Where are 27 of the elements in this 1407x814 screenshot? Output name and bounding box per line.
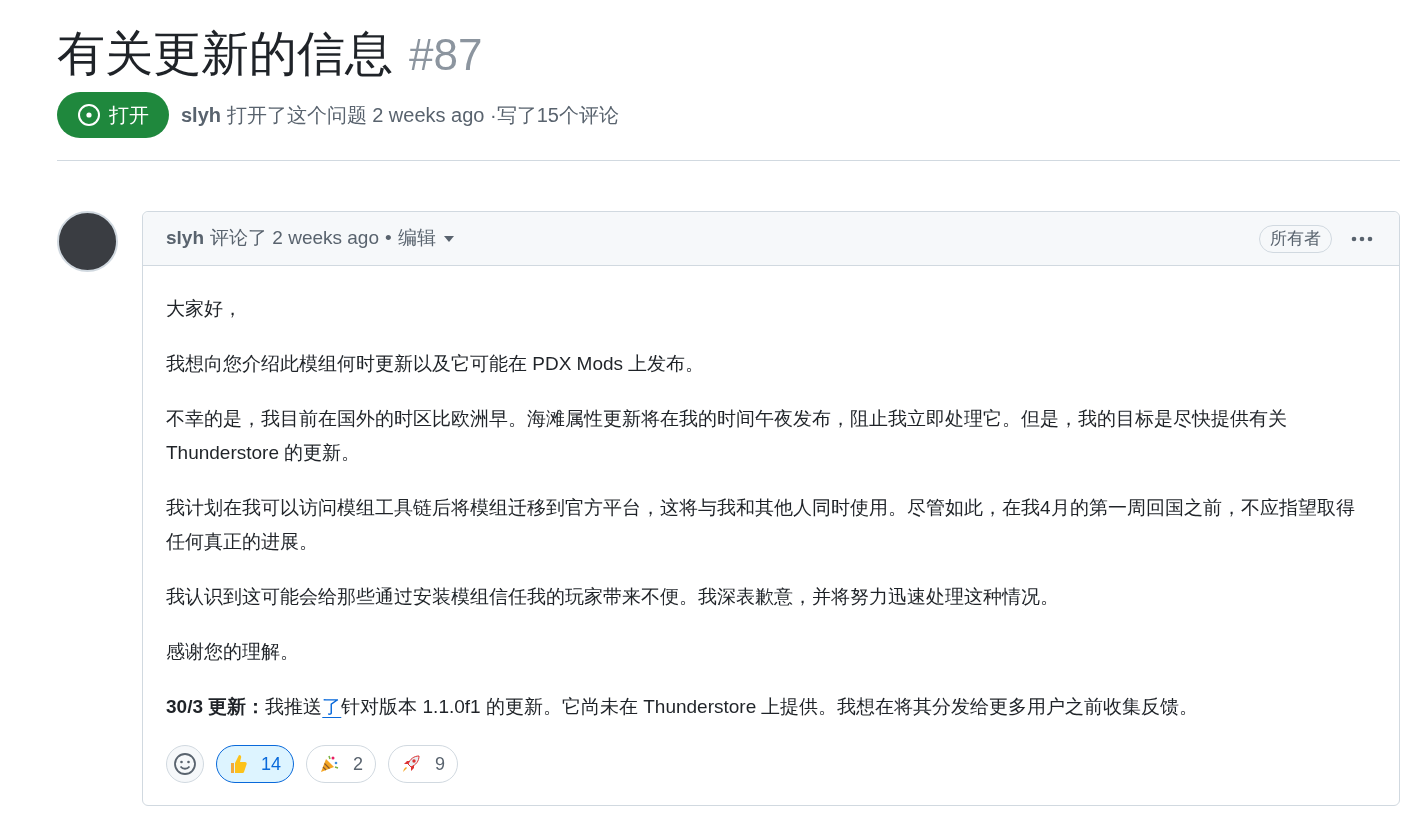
comment-paragraph: 我认识到这可能会给那些通过安装模组信任我的玩家带来不便。我深表歉意，并将努力迅速处理这种情况。 [166, 585, 1060, 609]
reaction-button[interactable]: 2 [306, 745, 377, 783]
party-popper-icon [319, 754, 340, 774]
comment-meta: 评论了 2 weeks ago [210, 226, 379, 251]
smiley-icon [173, 752, 197, 776]
add-reaction-button[interactable] [166, 745, 204, 783]
comment-paragraph: 我想向您介绍此模组何时更新以及它可能在 PDX Mods 上发布。 [166, 352, 706, 376]
separator-dot: • [385, 226, 392, 251]
issue-title: 有关更新的信息 [57, 26, 393, 82]
comment-paragraph: 我计划在我可以访问模组工具链后将模组迁移到官方平台，这将与我和其他人同时使用。尽管如此，在我4月的第一周回国之前，不应指望取得任何真正的进展。 [166, 496, 1356, 554]
thumbs-up-icon [229, 754, 247, 774]
author-link[interactable]: slyh [166, 224, 205, 253]
edited-menu[interactable]: 编辑 [397, 224, 454, 253]
comment-paragraph: 大家好， [166, 297, 243, 321]
issue-meta: slyh 打开了这个问题 2 weeks ago ·写了15个评论 [181, 103, 619, 128]
more-icon [1351, 235, 1373, 242]
comment-paragraph: 感谢您的理解。 [166, 640, 300, 664]
reaction-button[interactable]: 9 [388, 745, 459, 783]
open-status-icon [77, 103, 101, 127]
reaction-button[interactable]: 14 [216, 745, 295, 783]
status-badge: 打开 [57, 92, 169, 138]
comment-link[interactable]: 了 [322, 696, 342, 717]
issue-number: #87 [409, 29, 483, 81]
comment-paragraph: 不幸的是，我目前在国外的时区比欧洲早。海滩属性更新将在我的时间午夜发布，阻止我立即处理它。但是，我的目标是尽快提供有关 Thunderstore 的更新。 [166, 407, 1288, 465]
caret-icon [443, 235, 454, 242]
rocket-icon [401, 754, 422, 774]
comment-paragraph: 30/3 更新：我推送了针对版本 1.1.0f1 的更新。它尚未在 Thunderstore 上提供。我想在将其分发给更多用户之前收集反馈。 [166, 695, 1200, 719]
